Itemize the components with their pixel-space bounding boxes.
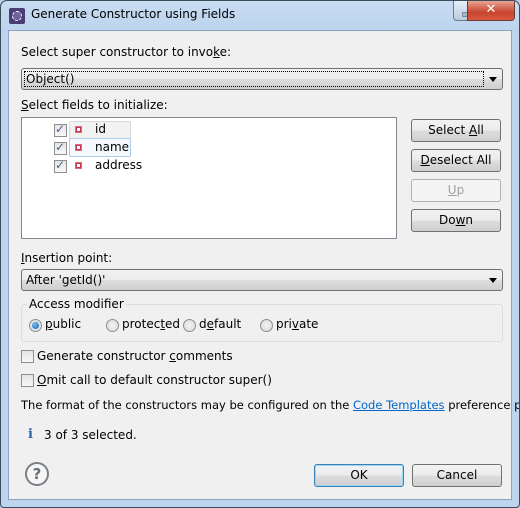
ok-button[interactable]: OK (314, 464, 404, 487)
field-name: id (95, 122, 106, 136)
dialog-window: Generate Constructor using Fields ✕ Sele… (0, 0, 520, 508)
down-button[interactable]: Down (411, 209, 501, 232)
generate-comments-checkbox[interactable] (21, 350, 34, 363)
gear-icon (9, 8, 25, 24)
chevron-down-icon (489, 77, 497, 82)
chevron-down-icon (489, 278, 497, 283)
field-icon (75, 126, 82, 133)
field-checkbox[interactable] (54, 122, 67, 137)
selection-status: 3 of 3 selected. (44, 428, 137, 442)
omit-super-label[interactable]: Omit call to default constructor super() (37, 373, 272, 387)
list-item[interactable]: address (22, 157, 394, 175)
radio-public[interactable] (29, 319, 42, 332)
super-constructor-value: Object() (26, 72, 75, 86)
radio-default[interactable] (183, 319, 196, 332)
close-button[interactable]: ✕ (467, 1, 515, 21)
list-item[interactable]: name (22, 138, 394, 157)
title-bar[interactable]: Generate Constructor using Fields ✕ (1, 1, 519, 31)
super-constructor-select[interactable]: Object() (21, 68, 503, 90)
code-templates-info: The format of the constructors may be co… (21, 398, 519, 412)
code-templates-link[interactable]: Code Templates (353, 398, 445, 412)
fields-list[interactable]: id name address (21, 117, 397, 239)
field-checkbox[interactable] (54, 140, 67, 155)
radio-protected-label[interactable]: protected (122, 317, 180, 331)
omit-super-checkbox[interactable] (21, 374, 34, 387)
deselect-all-button[interactable]: Deselect All (411, 149, 501, 172)
radio-default-label[interactable]: default (199, 317, 241, 331)
radio-private[interactable] (260, 319, 273, 332)
close-icon: ✕ (485, 2, 497, 17)
generate-comments-label[interactable]: Generate constructor comments (37, 349, 233, 363)
access-modifier-title: Access modifier (27, 297, 126, 311)
window-title: Generate Constructor using Fields (31, 7, 236, 21)
radio-private-label[interactable]: private (276, 317, 318, 331)
field-icon (75, 144, 82, 151)
field-icon (75, 162, 82, 169)
field-checkbox[interactable] (54, 158, 67, 173)
radio-public-label[interactable]: public (45, 317, 81, 331)
field-name: address (95, 158, 143, 172)
up-button[interactable]: Up (411, 179, 501, 202)
insertion-point-value: After 'getId()' (26, 273, 106, 287)
dialog-content: Select super constructor to invoke: Obje… (8, 30, 519, 500)
help-icon[interactable]: ? (25, 462, 49, 486)
cancel-button[interactable]: Cancel (412, 464, 502, 487)
info-icon: i (28, 427, 33, 442)
list-item[interactable]: id (22, 121, 394, 139)
radio-protected[interactable] (106, 319, 119, 332)
select-all-button[interactable]: Select All (411, 119, 501, 142)
fields-label: Select fields to initialize: (21, 98, 168, 112)
insertion-point-select[interactable]: After 'getId()' (21, 269, 503, 291)
super-constructor-label: Select super constructor to invoke: (21, 45, 232, 59)
field-name: name (95, 140, 130, 154)
insertion-point-label: Insertion point: (21, 251, 113, 265)
